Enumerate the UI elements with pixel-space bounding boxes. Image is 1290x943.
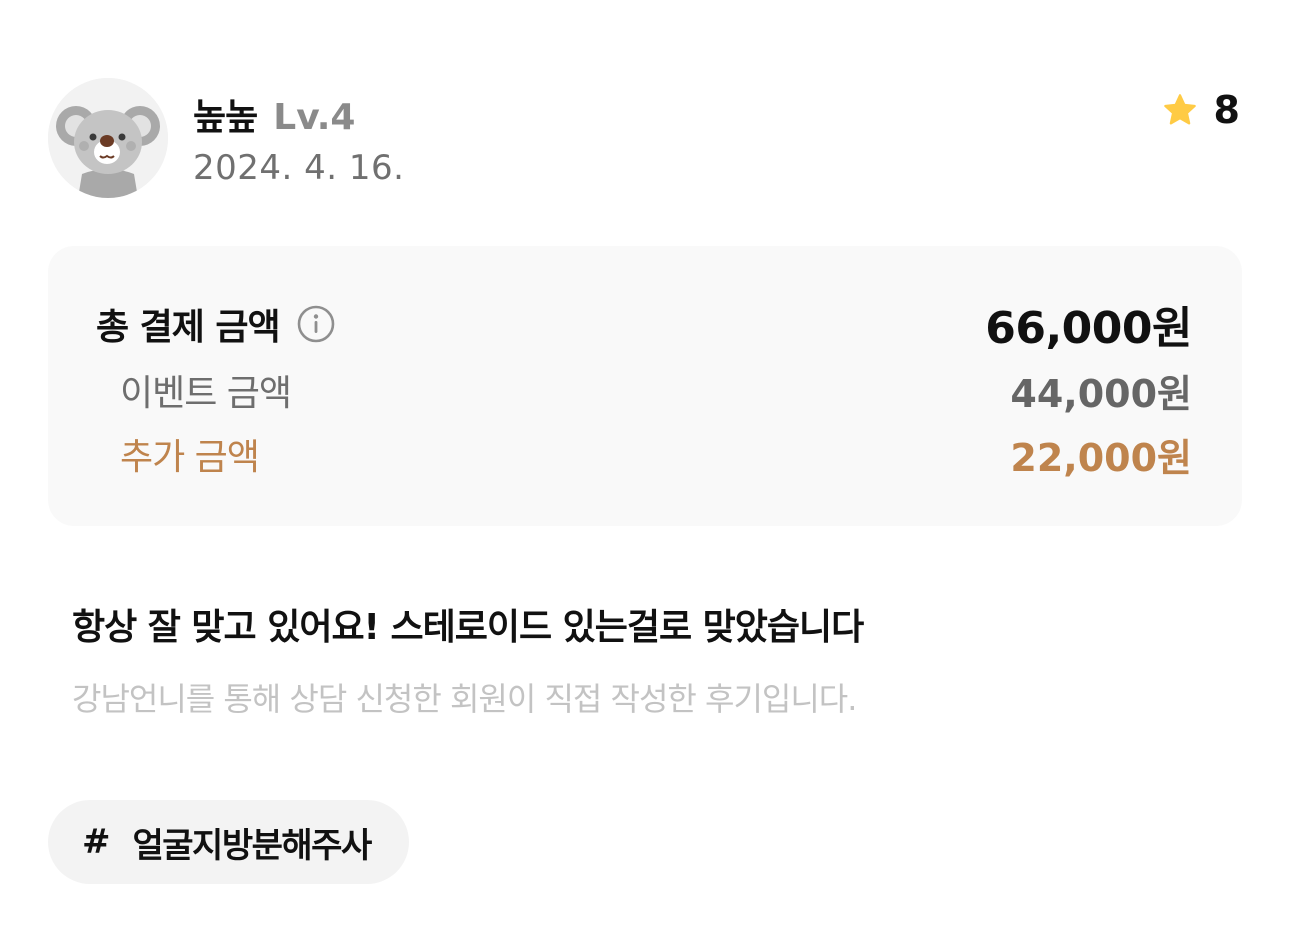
event-price-label: 이벤트 금액 [120,373,292,414]
event-price-row: 이벤트 금액 44,000원 [48,362,1242,418]
user-level: Lv.4 [273,97,356,138]
hash-icon: # [82,822,111,862]
treatment-tag[interactable]: # 얼굴지방분해주사 [48,800,409,884]
event-price-value: 44,000원 [1010,371,1192,416]
user-nickname[interactable]: 높높 [193,88,258,140]
rating: 8 [1162,88,1240,132]
price-card: 총 결제 금액 66,000원 이벤트 금액 44,000원 추가 금액 22,… [48,246,1242,526]
extra-price-row: 추가 금액 22,000원 [48,426,1242,482]
extra-price-value: 22,000원 [1010,435,1192,480]
user-avatar[interactable] [48,78,168,198]
koala-avatar-icon [48,78,168,198]
extra-price-label: 추가 금액 [120,437,260,478]
user-info: 높높 Lv.4 2024. 4. 16. [193,88,404,188]
info-icon[interactable] [296,304,336,344]
review-date: 2024. 4. 16. [193,148,405,188]
review-card: 높높 Lv.4 2024. 4. 16. 8 총 결제 금액 66,000원 이… [0,0,1290,943]
total-price-label-group: 총 결제 금액 [96,298,336,350]
tag-label: 얼굴지방분해주사 [132,825,373,866]
total-price-value: 66,000원 [985,303,1192,354]
review-text: 항상 잘 맞고 있어요! 스테로이드 있는걸로 맞았습니다 [72,607,864,648]
review-notice: 강남언니를 통해 상담 신청한 회원이 직접 작성한 후기입니다. [72,680,857,718]
total-price-row: 총 결제 금액 66,000원 [48,296,1242,354]
total-price-label: 총 결제 금액 [96,307,281,348]
rating-value: 8 [1213,88,1240,132]
name-row: 높높 Lv.4 [193,88,404,138]
star-icon [1163,94,1196,125]
